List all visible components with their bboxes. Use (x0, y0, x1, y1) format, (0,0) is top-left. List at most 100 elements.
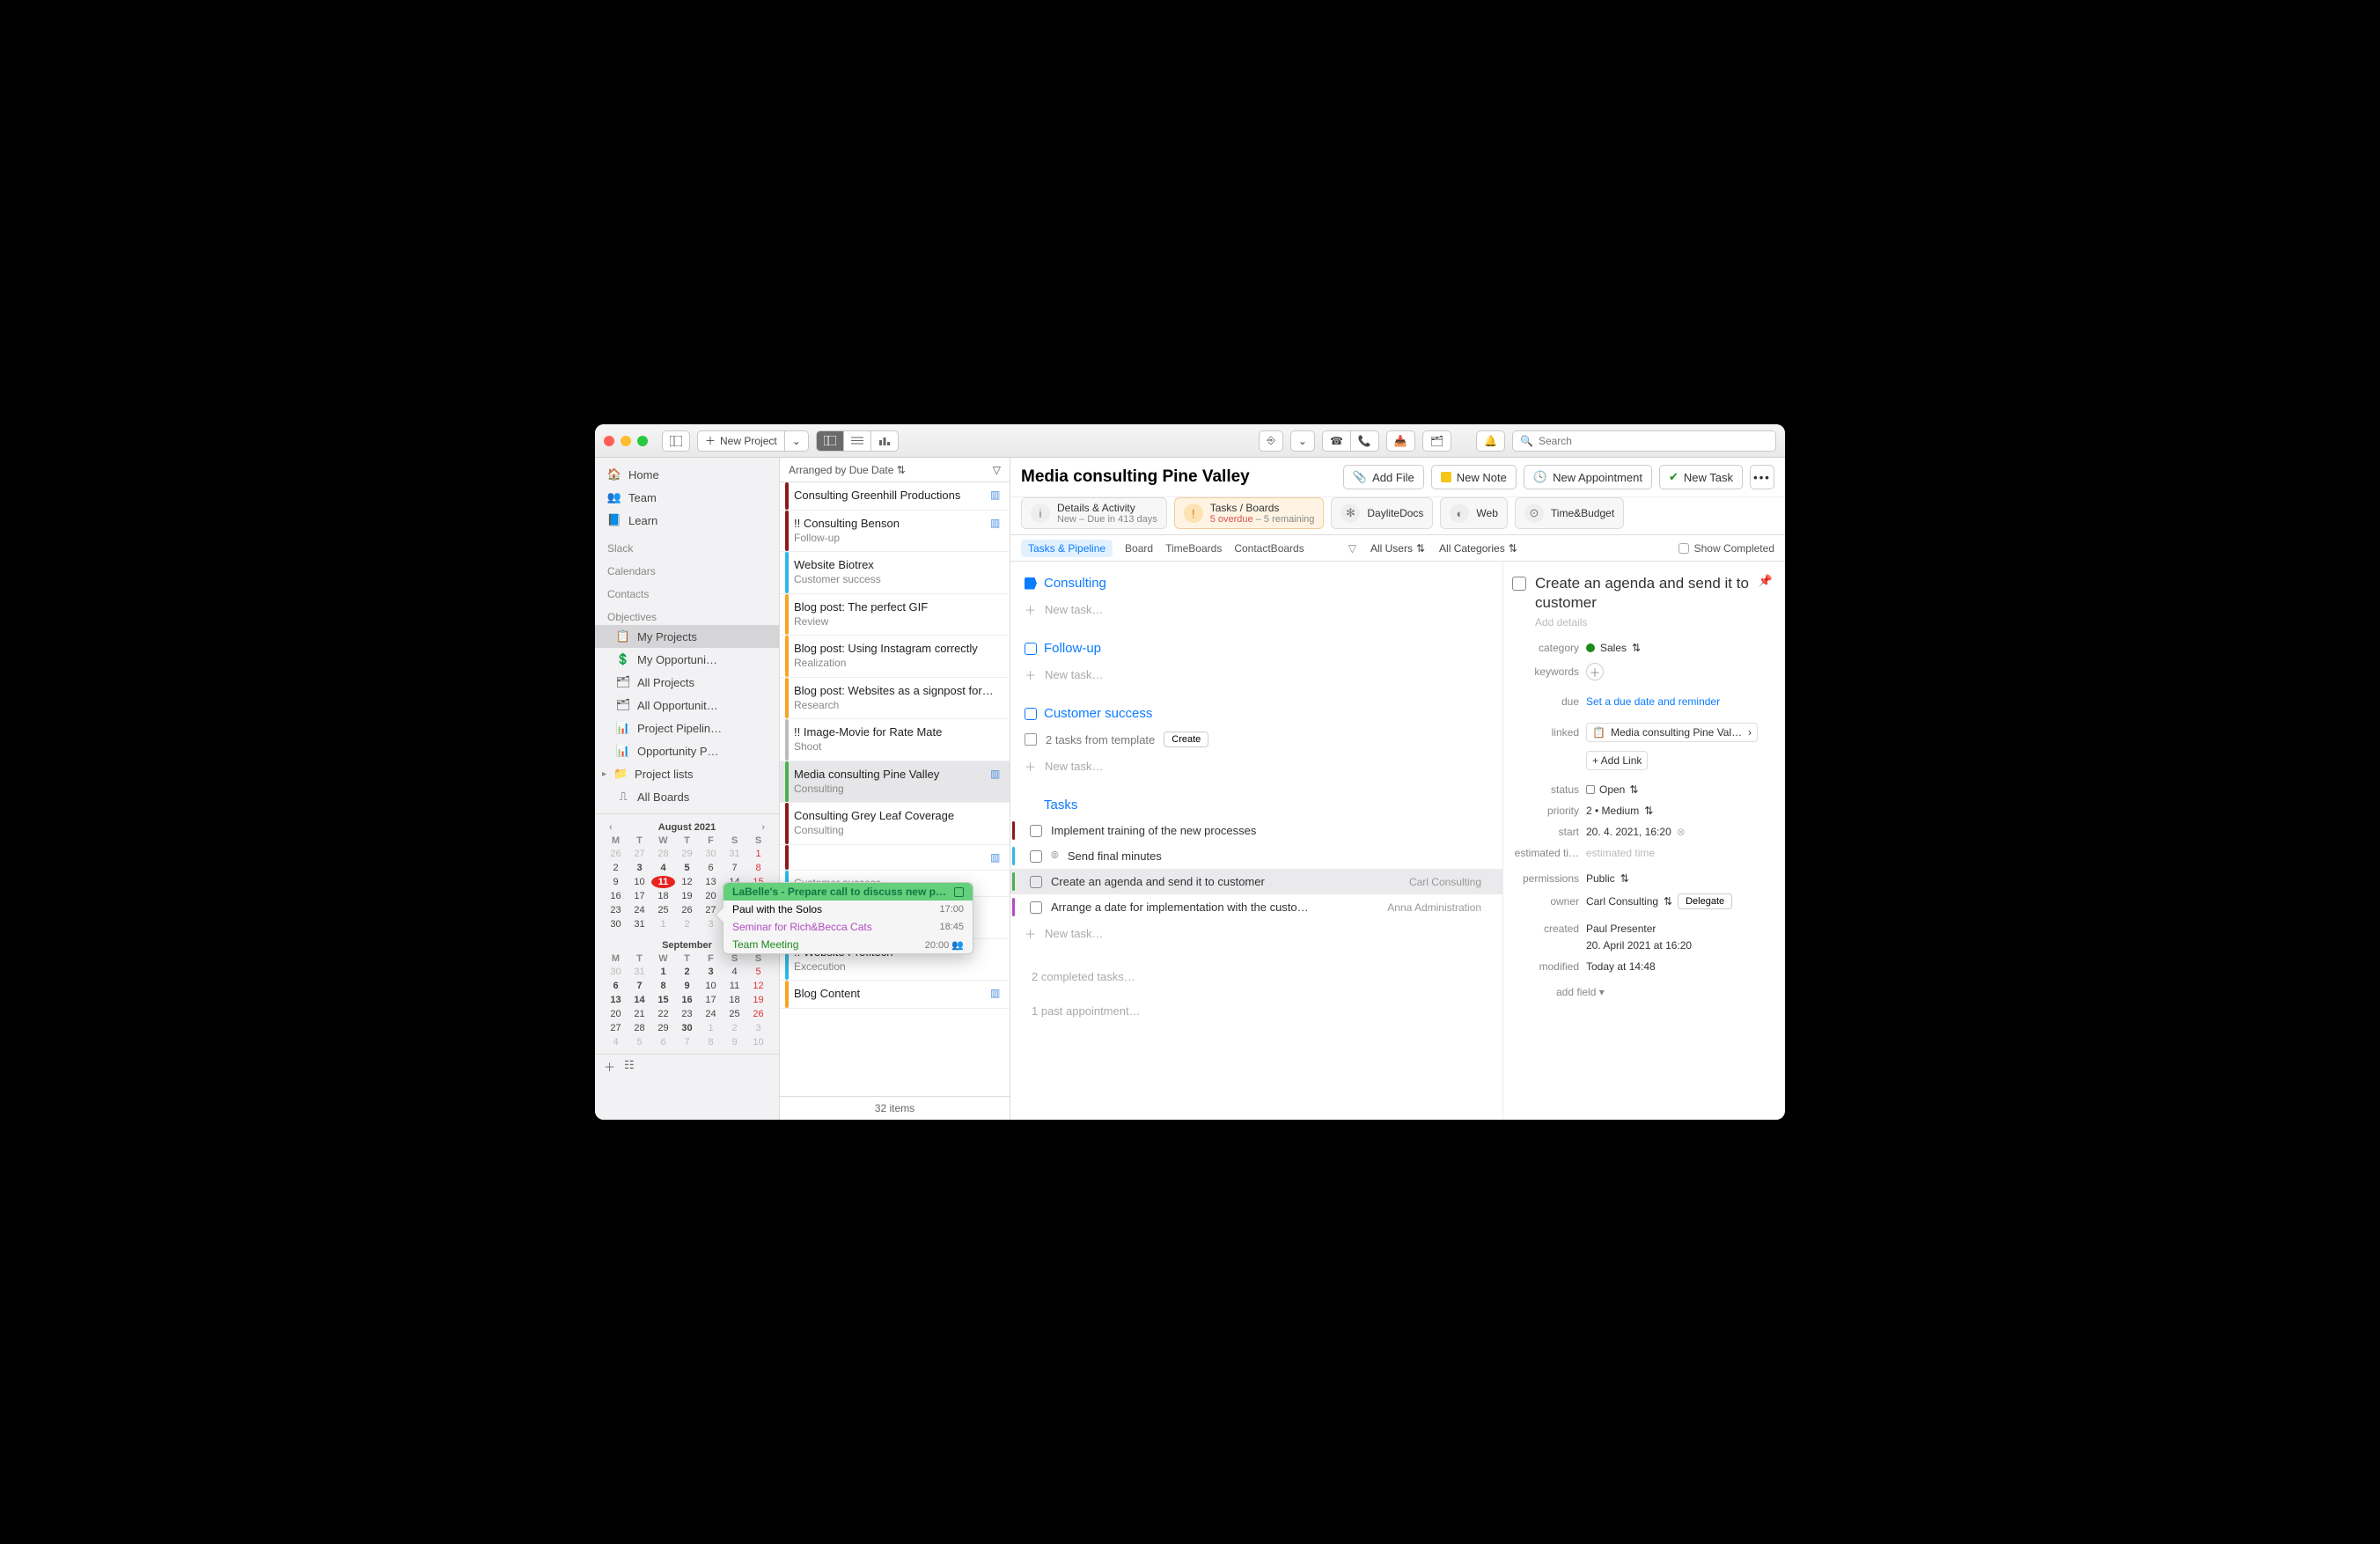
subtab-timeboards[interactable]: TimeBoards (1165, 542, 1222, 555)
sidebar-item-myopportuni[interactable]: 💲My Opportuni… (595, 648, 779, 671)
new-project-button[interactable]: ＋ New Project (697, 430, 784, 452)
add-file-button[interactable]: 📎 Add File (1343, 465, 1424, 489)
cal-day[interactable]: 13 (604, 994, 628, 1006)
contacts-section[interactable]: Contacts (595, 579, 779, 602)
cal-prev[interactable]: ‹ (609, 822, 613, 833)
cal-day[interactable]: 15 (651, 994, 675, 1006)
cal-day[interactable]: 7 (675, 1036, 699, 1048)
add-field-button[interactable]: add field ▾ (1512, 977, 1773, 998)
cal-day[interactable]: 5 (628, 1036, 651, 1048)
cal-day[interactable]: 7 (628, 980, 651, 992)
project-list-item[interactable]: !! Image-Movie for Rate MateShoot (780, 719, 1010, 761)
subtab-board[interactable]: Board (1125, 542, 1153, 555)
info-pill[interactable]: iDetails & ActivityNew – Due in 413 days (1021, 497, 1167, 529)
cal-day[interactable]: 31 (628, 966, 651, 978)
project-list-item[interactable]: Media consulting Pine ValleyConsulting▥ (780, 761, 1010, 803)
cal-day[interactable]: 25 (651, 904, 675, 916)
task-row[interactable]: ⦾Send final minutes (1010, 843, 1502, 869)
section-header[interactable]: Follow-up (1010, 636, 1502, 661)
popover-event[interactable]: Team Meeting20:00 👥 (724, 936, 973, 953)
cal-day[interactable]: 3 (628, 862, 651, 874)
section-header[interactable]: Customer success (1010, 701, 1502, 726)
inbox-button[interactable]: 📥 (1386, 430, 1415, 452)
cal-day[interactable]: 17 (628, 890, 651, 902)
today-button[interactable]: ☷ (624, 1058, 635, 1075)
cal-day[interactable]: 3 (699, 966, 723, 978)
cal-day[interactable]: 2 (675, 966, 699, 978)
cal-day[interactable]: 14 (628, 994, 651, 1006)
close-icon[interactable] (604, 436, 614, 446)
cal-day[interactable]: 23 (675, 1008, 699, 1020)
section-header[interactable]: Consulting (1010, 570, 1502, 596)
cal-day[interactable]: 6 (699, 862, 723, 874)
cal-day[interactable]: 9 (723, 1036, 746, 1048)
new-task-input[interactable]: ＋New task… (1010, 661, 1502, 688)
cal-day[interactable]: 1 (746, 848, 770, 860)
popover-event[interactable]: LaBelle's - Prepare call to discuss new … (724, 883, 973, 901)
cal-day[interactable]: 26 (604, 848, 628, 860)
notifications-button[interactable]: 🔔 (1476, 430, 1505, 452)
permissions-dropdown[interactable]: Public ⇅ (1586, 872, 1773, 885)
view-list-button[interactable] (843, 430, 870, 452)
cal-day[interactable]: 1 (651, 918, 675, 930)
filter-icon[interactable]: ▽ (993, 464, 1001, 476)
nav-home[interactable]: 🏠Home (595, 463, 779, 486)
cal-day[interactable]: 1 (651, 966, 675, 978)
completed-tasks-link[interactable]: 2 completed tasks… (1010, 959, 1502, 994)
show-completed-toggle[interactable]: Show Completed (1678, 542, 1774, 555)
cal-day[interactable]: 12 (675, 876, 699, 888)
cal-day[interactable]: 6 (604, 980, 628, 992)
new-task-input[interactable]: ＋New task… (1010, 920, 1502, 947)
project-list-item[interactable]: Blog post: Using Instagram correctlyReal… (780, 636, 1010, 677)
subtab-contactboards[interactable]: ContactBoards (1234, 542, 1304, 555)
subtab-taskspipeline[interactable]: Tasks & Pipeline (1021, 540, 1113, 557)
cal-day[interactable]: 4 (604, 1036, 628, 1048)
cal-day[interactable]: 13 (699, 876, 723, 888)
filter-icon[interactable]: ▽ (1348, 542, 1356, 555)
project-list-item[interactable]: Consulting Greenhill Productions▥ (780, 482, 1010, 511)
add-details-placeholder[interactable]: Add details (1512, 613, 1773, 637)
cal-day[interactable]: 12 (746, 980, 770, 992)
phone-button[interactable]: ☎ (1322, 430, 1350, 452)
cal-day[interactable]: 30 (675, 1022, 699, 1034)
cal-day[interactable]: 26 (746, 1008, 770, 1020)
slack-section[interactable]: Slack (595, 537, 779, 556)
cal-day[interactable]: 2 (604, 862, 628, 874)
cal-day[interactable]: 20 (699, 890, 723, 902)
project-list-item[interactable]: Blog Content▥ (780, 981, 1010, 1009)
phone-out-button[interactable]: 📞 (1350, 430, 1379, 452)
category-field[interactable]: Sales ⇅ (1586, 642, 1773, 654)
pin-icon[interactable]: 📌 (1759, 574, 1773, 588)
new-task-input[interactable]: ＋New task… (1010, 596, 1502, 623)
sidebar-item-allopportunit[interactable]: 🗂All Opportunit… (595, 694, 779, 717)
sidebar-item-projectlists[interactable]: ▸ 📁Project lists (595, 762, 779, 785)
new-note-button[interactable]: New Note (1431, 465, 1517, 489)
owner-field[interactable]: Carl Consulting ⇅ Delegate (1586, 893, 1773, 909)
start-date-field[interactable]: 20. 4. 2021, 16:20 ⊗ (1586, 826, 1773, 838)
sidebar-item-myprojects[interactable]: 📋My Projects (595, 625, 779, 648)
more-button[interactable]: ••• (1750, 465, 1774, 489)
cal-day[interactable]: 31 (723, 848, 746, 860)
maximize-icon[interactable] (637, 436, 648, 446)
cal-day[interactable]: 24 (628, 904, 651, 916)
cal-day[interactable]: 27 (628, 848, 651, 860)
cal-day[interactable]: 29 (675, 848, 699, 860)
cal-day[interactable]: 6 (651, 1036, 675, 1048)
cal-day[interactable]: 1 (699, 1022, 723, 1034)
popover-event[interactable]: Paul with the Solos17:00 (724, 901, 973, 918)
cal-day[interactable]: 24 (699, 1008, 723, 1020)
cal-day[interactable]: 11 (723, 980, 746, 992)
task-title[interactable]: Create an agenda and send it to customer (1535, 574, 1750, 613)
task-checkbox[interactable] (1030, 850, 1042, 863)
cal-day[interactable]: 17 (699, 994, 723, 1006)
cal-day[interactable]: 10 (699, 980, 723, 992)
cal-day[interactable]: 19 (746, 994, 770, 1006)
cal-day[interactable]: 25 (723, 1008, 746, 1020)
task-row[interactable]: Create an agenda and send it to customer… (1010, 869, 1502, 894)
cal-day[interactable]: 22 (651, 1008, 675, 1020)
cal-day[interactable]: 2 (723, 1022, 746, 1034)
cal-day[interactable]: 27 (604, 1022, 628, 1034)
info-pill[interactable]: !Tasks / Boards5 overdue – 5 remaining (1174, 497, 1325, 529)
sidebar-item-opportunityp[interactable]: 📊Opportunity P… (595, 739, 779, 762)
popover-event[interactable]: Seminar for Rich&Becca Cats18:45 (724, 918, 973, 936)
